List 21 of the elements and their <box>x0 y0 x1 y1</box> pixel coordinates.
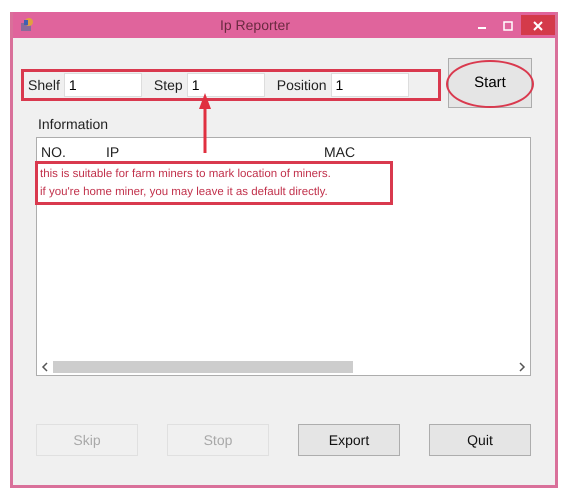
input-field[interactable]: 1 <box>64 73 142 97</box>
annotation-box: this is suitable for farm miners to mark location of miners. if you're home miner, you may leave it as default directly. <box>35 161 393 205</box>
field-label: Step <box>154 76 183 95</box>
input-field[interactable]: 1 <box>330 73 409 97</box>
section-label: Information <box>38 115 110 134</box>
column-header[interactable]: NO. <box>41 142 106 163</box>
start-button[interactable]: Start <box>448 58 532 108</box>
close-button[interactable] <box>521 15 555 35</box>
input-field[interactable]: 1 <box>186 73 265 97</box>
field-label: Shelf <box>28 76 60 94</box>
dialog-button[interactable]: Export <box>298 424 400 456</box>
close-icon[interactable] <box>533 21 543 32</box>
app-icon <box>19 17 35 33</box>
column-header[interactable]: MAC <box>324 142 424 163</box>
column-header[interactable]: IP <box>106 142 324 163</box>
annotation-arrow <box>198 93 212 153</box>
maximize-icon[interactable] <box>503 21 513 32</box>
scrollbar-thumb[interactable] <box>53 361 353 373</box>
dialog-button[interactable]: Quit <box>429 424 531 456</box>
window-title: Ip Reporter <box>218 16 292 35</box>
field-label: Position <box>276 76 327 94</box>
